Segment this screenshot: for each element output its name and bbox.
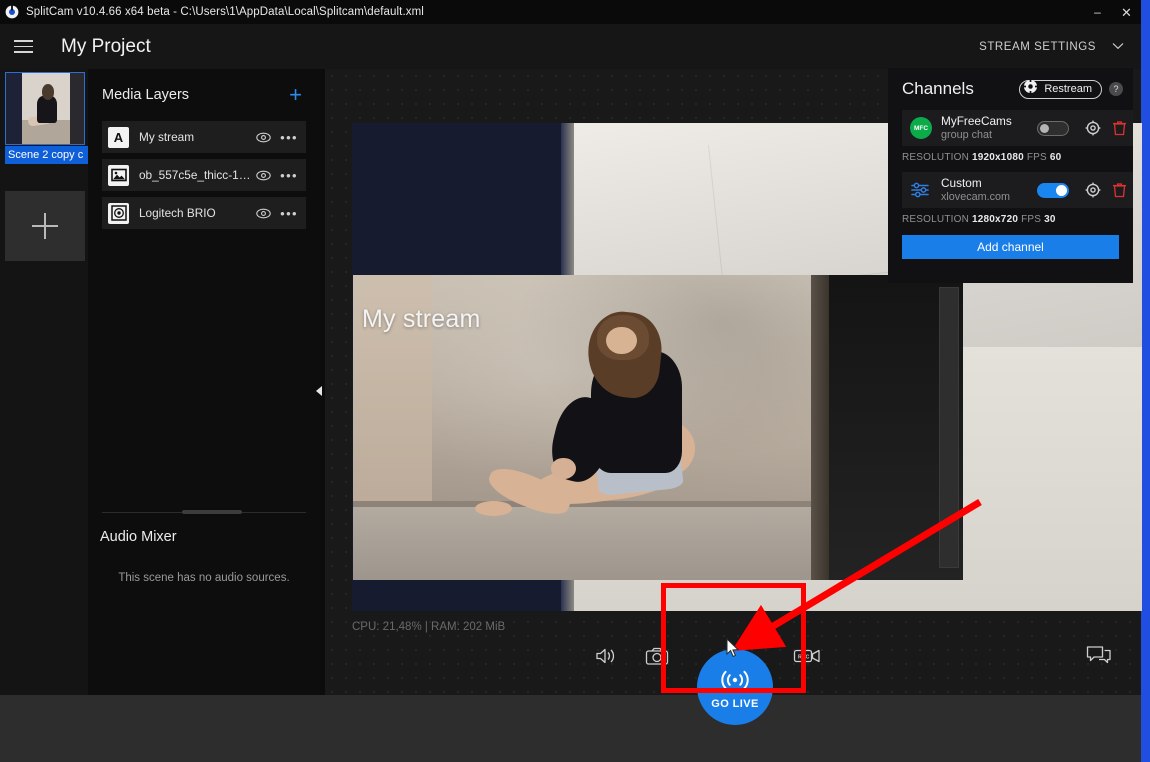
layer-menu-icon[interactable]: ••• — [280, 169, 298, 182]
restream-label: Restream — [1044, 83, 1092, 95]
app-header: My Project STREAM SETTINGS — [0, 24, 1141, 69]
speaker-icon[interactable] — [591, 643, 623, 669]
chevron-left-icon — [316, 386, 322, 396]
fps-label: FPS — [1021, 214, 1042, 225]
camera-layer-icon — [108, 202, 129, 224]
layer-tools: ••• — [256, 131, 298, 144]
resolution-value: 1280x720 — [972, 214, 1019, 225]
channel-meta: RESOLUTION 1280x720 FPS 30 — [902, 214, 1133, 225]
channel-name: MyFreeCams — [941, 114, 1012, 129]
title-bar: SplitCam v10.4.66 x64 beta - C:\Users\1\… — [0, 0, 1141, 24]
minimize-button[interactable]: – — [1083, 0, 1112, 24]
text-layer-icon: A — [108, 126, 129, 148]
page-title: My Project — [61, 35, 151, 57]
add-channel-button[interactable]: Add channel — [902, 235, 1119, 259]
app-window: SplitCam v10.4.66 x64 beta - C:\Users\1\… — [0, 0, 1142, 725]
resolution-value: 1920x1080 — [972, 152, 1024, 163]
channel-toggle[interactable] — [1037, 120, 1069, 136]
scene-thumbnail[interactable] — [5, 72, 85, 145]
fps-value: 60 — [1049, 152, 1062, 163]
close-button[interactable]: ✕ — [1112, 0, 1141, 24]
layer-name: My stream — [139, 130, 195, 144]
plus-icon — [32, 213, 58, 239]
channel-delete-icon[interactable] — [1106, 110, 1133, 146]
media-layers-title: Media Layers — [102, 87, 190, 103]
scene-thumbnail-image — [6, 73, 84, 144]
layer-row-my-stream[interactable]: A My stream ••• — [102, 121, 306, 153]
audio-mixer-title: Audio Mixer — [100, 529, 177, 545]
layer-menu-icon[interactable]: ••• — [280, 131, 298, 144]
chevron-down-icon — [1112, 41, 1124, 53]
collapse-panel-handle[interactable] — [314, 378, 324, 404]
stream-settings-label: STREAM SETTINGS — [979, 40, 1096, 53]
channel-subtitle: xlovecam.com — [941, 190, 1010, 203]
restream-button[interactable]: Restream — [1019, 79, 1102, 99]
eye-icon[interactable] — [256, 208, 271, 219]
channel-avatar — [910, 179, 932, 201]
splitcam-window: SplitCam v10.4.66 x64 beta - C:\Users\1\… — [0, 0, 1150, 762]
media-layers-header: Media Layers + — [88, 69, 320, 121]
audio-mixer-empty-text: This scene has no audio sources. — [118, 572, 290, 584]
add-layer-button[interactable]: + — [289, 84, 302, 106]
image-layer-icon — [108, 164, 129, 186]
fps-label: FPS — [1026, 152, 1047, 163]
channels-panel: Channels Restream ? MFC MyFreeCams group… — [888, 68, 1133, 283]
scene-item[interactable]: Scene 2 copy c — [5, 72, 93, 164]
layer-menu-icon[interactable]: ••• — [280, 207, 298, 220]
channel-texts: MyFreeCams group chat — [941, 114, 1012, 141]
desktop-bottom-strip — [0, 695, 1141, 762]
layer-name: Logitech BRIO — [139, 206, 216, 220]
layer-row-camera[interactable]: Logitech BRIO ••• — [102, 197, 306, 229]
channel-toggle[interactable] — [1037, 182, 1069, 198]
scenes-panel: Scene 2 copy c — [0, 69, 93, 695]
channel-row-custom[interactable]: Custom xlovecam.com — [902, 172, 1133, 208]
stream-text-overlay: My stream — [362, 305, 481, 333]
channel-avatar: MFC — [910, 117, 932, 139]
add-scene-button[interactable] — [5, 191, 85, 261]
media-layers-panel: Media Layers + A My stream ••• ob_557c5e… — [88, 69, 320, 695]
desktop-right-edge — [1141, 0, 1150, 762]
panel-resize-handle[interactable] — [102, 510, 306, 514]
chat-bubble-icon[interactable] — [1083, 642, 1115, 670]
channel-row-myfreecams[interactable]: MFC MyFreeCams group chat — [902, 110, 1133, 146]
channel-settings-gear-icon[interactable] — [1079, 172, 1106, 208]
channel-meta: RESOLUTION 1920x1080 FPS 60 — [902, 152, 1133, 163]
resolution-label: RESOLUTION — [902, 152, 970, 163]
channel-delete-icon[interactable] — [1106, 172, 1133, 208]
scene-label: Scene 2 copy c — [5, 146, 93, 164]
window-title: SplitCam v10.4.66 x64 beta - C:\Users\1\… — [26, 6, 424, 18]
channel-subtitle: group chat — [941, 128, 993, 141]
layer-row-image[interactable]: ob_557c5e_thicc-12.jpg ••• — [102, 159, 306, 191]
go-live-label: GO LIVE — [711, 698, 759, 710]
layer-tools: ••• — [256, 207, 298, 220]
image-layer-preview[interactable]: My stream — [353, 275, 963, 580]
eye-icon[interactable] — [256, 132, 271, 143]
channel-name: Custom — [941, 176, 982, 191]
menu-hamburger-icon[interactable] — [0, 24, 46, 69]
restream-gear-icon — [1023, 79, 1039, 99]
fps-value: 30 — [1044, 214, 1056, 225]
channel-texts: Custom xlovecam.com — [941, 176, 1010, 203]
channels-title: Channels — [902, 79, 974, 98]
layer-name: ob_557c5e_thicc-12.jpg — [139, 168, 257, 182]
channel-settings-gear-icon[interactable] — [1079, 110, 1106, 146]
help-icon[interactable]: ? — [1109, 82, 1123, 96]
stream-settings-button[interactable]: STREAM SETTINGS — [979, 41, 1141, 53]
channels-header: Channels Restream ? — [888, 68, 1133, 110]
window-controls: – ✕ — [1083, 0, 1141, 24]
splitcam-logo-icon — [0, 0, 24, 24]
eye-icon[interactable] — [256, 170, 271, 181]
mouse-cursor — [726, 638, 740, 658]
resolution-label: RESOLUTION — [902, 214, 970, 225]
layer-tools: ••• — [256, 169, 298, 182]
